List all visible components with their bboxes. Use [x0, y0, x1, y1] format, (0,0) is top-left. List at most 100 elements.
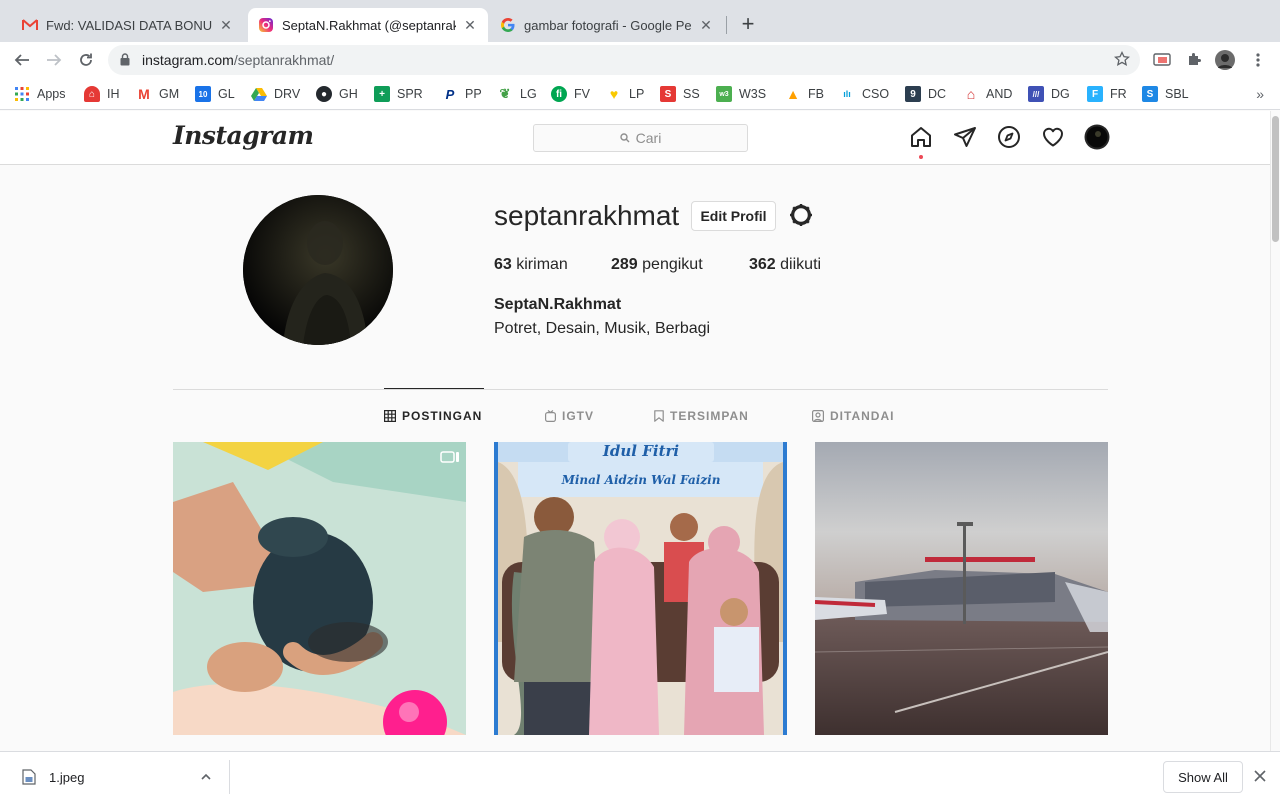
bookmark-spr[interactable]: + SPR [374, 84, 423, 104]
post-thumbnail-family[interactable]: Idul Fitri Minal Aidzin Wal Faizin [494, 442, 787, 735]
bookmark-label: SS [683, 87, 700, 101]
bookmark-gl[interactable]: 10 GL [195, 84, 235, 104]
url-host: instagram.com [142, 52, 234, 68]
followers-count[interactable]: 289 pengikut [611, 256, 703, 274]
post-thumbnail-airport[interactable] [815, 442, 1108, 735]
profile-avatar-icon[interactable] [1213, 48, 1237, 72]
tab-label: DITANDAI [830, 409, 895, 423]
bookmark-dc[interactable]: 9 DC [905, 84, 946, 104]
bookmark-star-icon[interactable] [1113, 50, 1131, 72]
bookmarks-overflow-button[interactable]: » [1256, 86, 1264, 102]
profile-avatar-icon [1084, 124, 1110, 150]
download-shelf: 1.jpeg Show All [0, 751, 1280, 800]
bookmark-w3s[interactable]: w3 W3S [716, 84, 766, 104]
lock-icon [120, 53, 130, 71]
bookmark-lp[interactable]: ♥ LP [606, 84, 644, 104]
home-icon: ⌂ [966, 86, 976, 102]
bookmark-and[interactable]: ⌂ AND [963, 84, 1013, 104]
heart-icon: ♥ [609, 86, 619, 102]
home-activity-dot [919, 155, 923, 159]
url-text: instagram.com/septanrakhmat/ [142, 52, 334, 68]
bookmark-drv[interactable]: DRV [251, 84, 300, 104]
tab-saved[interactable]: TERSIMPAN [654, 407, 749, 425]
bookmark-sbl[interactable]: S SBL [1142, 84, 1189, 104]
apps-grid-icon [14, 86, 30, 102]
following-count[interactable]: 362 diikuti [749, 256, 821, 274]
bookmark-pp[interactable]: P PP [442, 84, 482, 104]
download-item[interactable]: 1.jpeg [12, 760, 230, 794]
chevron-up-icon[interactable] [200, 770, 212, 788]
bookmarks-bar: Apps ⌂ IH M GM 10 GL DRV ● GH + SPR P PP ❦ LG f… [0, 78, 1280, 110]
browser-toolbar: instagram.com/septanrakhmat/ [0, 42, 1280, 78]
tab-tagged[interactable]: DITANDAI [812, 407, 894, 425]
address-bar[interactable]: instagram.com/septanrakhmat/ [108, 45, 1140, 75]
home-nav-button[interactable] [908, 124, 934, 150]
bookmark-label: LP [629, 87, 645, 101]
bookmark-fb[interactable]: ▲ FB [785, 84, 824, 104]
browser-tab-strip: Fwd: VALIDASI DATA BONUS S ✕ SeptaN.Rakh… [0, 0, 1280, 42]
gear-icon [790, 204, 812, 226]
instagram-header: Instagram Cari [0, 111, 1270, 165]
bookmark-fr[interactable]: F FR [1087, 84, 1127, 104]
w3s-icon: w3 [716, 86, 732, 102]
calendar-icon: 10 [195, 86, 211, 102]
profile-avatar[interactable] [243, 195, 393, 345]
bookmark-label: SPR [397, 87, 423, 101]
edit-profile-button[interactable]: Edit Profil [691, 201, 776, 231]
direct-nav-button[interactable] [952, 124, 978, 150]
tab-posts[interactable]: POSTINGAN [384, 407, 482, 425]
bookmark-label: FB [808, 87, 824, 101]
tab-separator [726, 16, 727, 34]
extensions-puzzle-icon[interactable] [1182, 48, 1206, 72]
tagged-icon [812, 410, 824, 422]
paypal-icon: P [445, 86, 455, 102]
close-tab-icon[interactable]: ✕ [698, 17, 714, 33]
reload-button[interactable] [74, 48, 98, 72]
close-icon[interactable] [1254, 769, 1266, 787]
bookmark-ss[interactable]: S SS [660, 84, 700, 104]
tab-igtv[interactable]: IGTV [545, 407, 594, 425]
back-arrow-icon [14, 54, 29, 66]
bookmark-dg[interactable]: /// DG [1028, 84, 1070, 104]
explore-nav-button[interactable] [996, 124, 1022, 150]
close-tab-icon[interactable]: ✕ [462, 17, 478, 33]
bookmark-cso[interactable]: ılı CSO [839, 84, 889, 104]
tab-title: Fwd: VALIDASI DATA BONUS S [46, 17, 212, 33]
bookmark-gm[interactable]: M GM [136, 84, 179, 104]
bookmark-lg[interactable]: ❦ LG [497, 84, 537, 104]
tab-instagram[interactable]: SeptaN.Rakhmat (@septanrakl ✕ [248, 8, 488, 42]
new-tab-button[interactable]: + [736, 13, 760, 37]
sbl-icon: S [1142, 86, 1158, 102]
tab-title: gambar fotografi - Google Pen [524, 17, 692, 33]
file-image-icon [22, 769, 36, 790]
bookmark-label: FV [574, 87, 590, 101]
bookmark-ih[interactable]: ⌂ IH [84, 84, 120, 104]
tab-gmail[interactable]: Fwd: VALIDASI DATA BONUS S ✕ [12, 8, 244, 42]
forward-button[interactable] [42, 48, 66, 72]
profile-nav-button[interactable] [1084, 124, 1110, 150]
page-scrollbar-thumb[interactable] [1272, 116, 1279, 242]
post-thumbnail-child[interactable] [173, 442, 466, 735]
close-tab-icon[interactable]: ✕ [218, 17, 234, 33]
bookmark-apps[interactable]: Apps [14, 84, 66, 104]
grid-icon [384, 410, 396, 422]
cast-extension-icon[interactable] [1150, 48, 1174, 72]
activity-nav-button[interactable] [1040, 124, 1066, 150]
chrome-menu-icon[interactable] [1246, 48, 1270, 72]
paper-plane-icon [954, 127, 976, 147]
bookmark-gh[interactable]: ● GH [316, 84, 358, 104]
bookmark-fv[interactable]: fi FV [551, 84, 590, 104]
bookmark-icon [654, 410, 664, 422]
followers-count-value: 289 [611, 256, 638, 273]
tab-google[interactable]: gambar fotografi - Google Pen ✕ [490, 8, 724, 42]
bookmark-label: Apps [37, 87, 66, 101]
igtv-icon [545, 410, 556, 422]
back-button[interactable] [10, 48, 34, 72]
search-input[interactable]: Cari [533, 124, 748, 152]
instagram-logo[interactable]: Instagram [173, 121, 314, 150]
download-file-name: 1.jpeg [49, 770, 85, 785]
leaf-icon: ❦ [499, 86, 511, 101]
show-all-downloads-button[interactable]: Show All [1163, 761, 1243, 793]
settings-button[interactable] [788, 202, 814, 228]
profile-username: septanrakhmat [494, 200, 680, 231]
